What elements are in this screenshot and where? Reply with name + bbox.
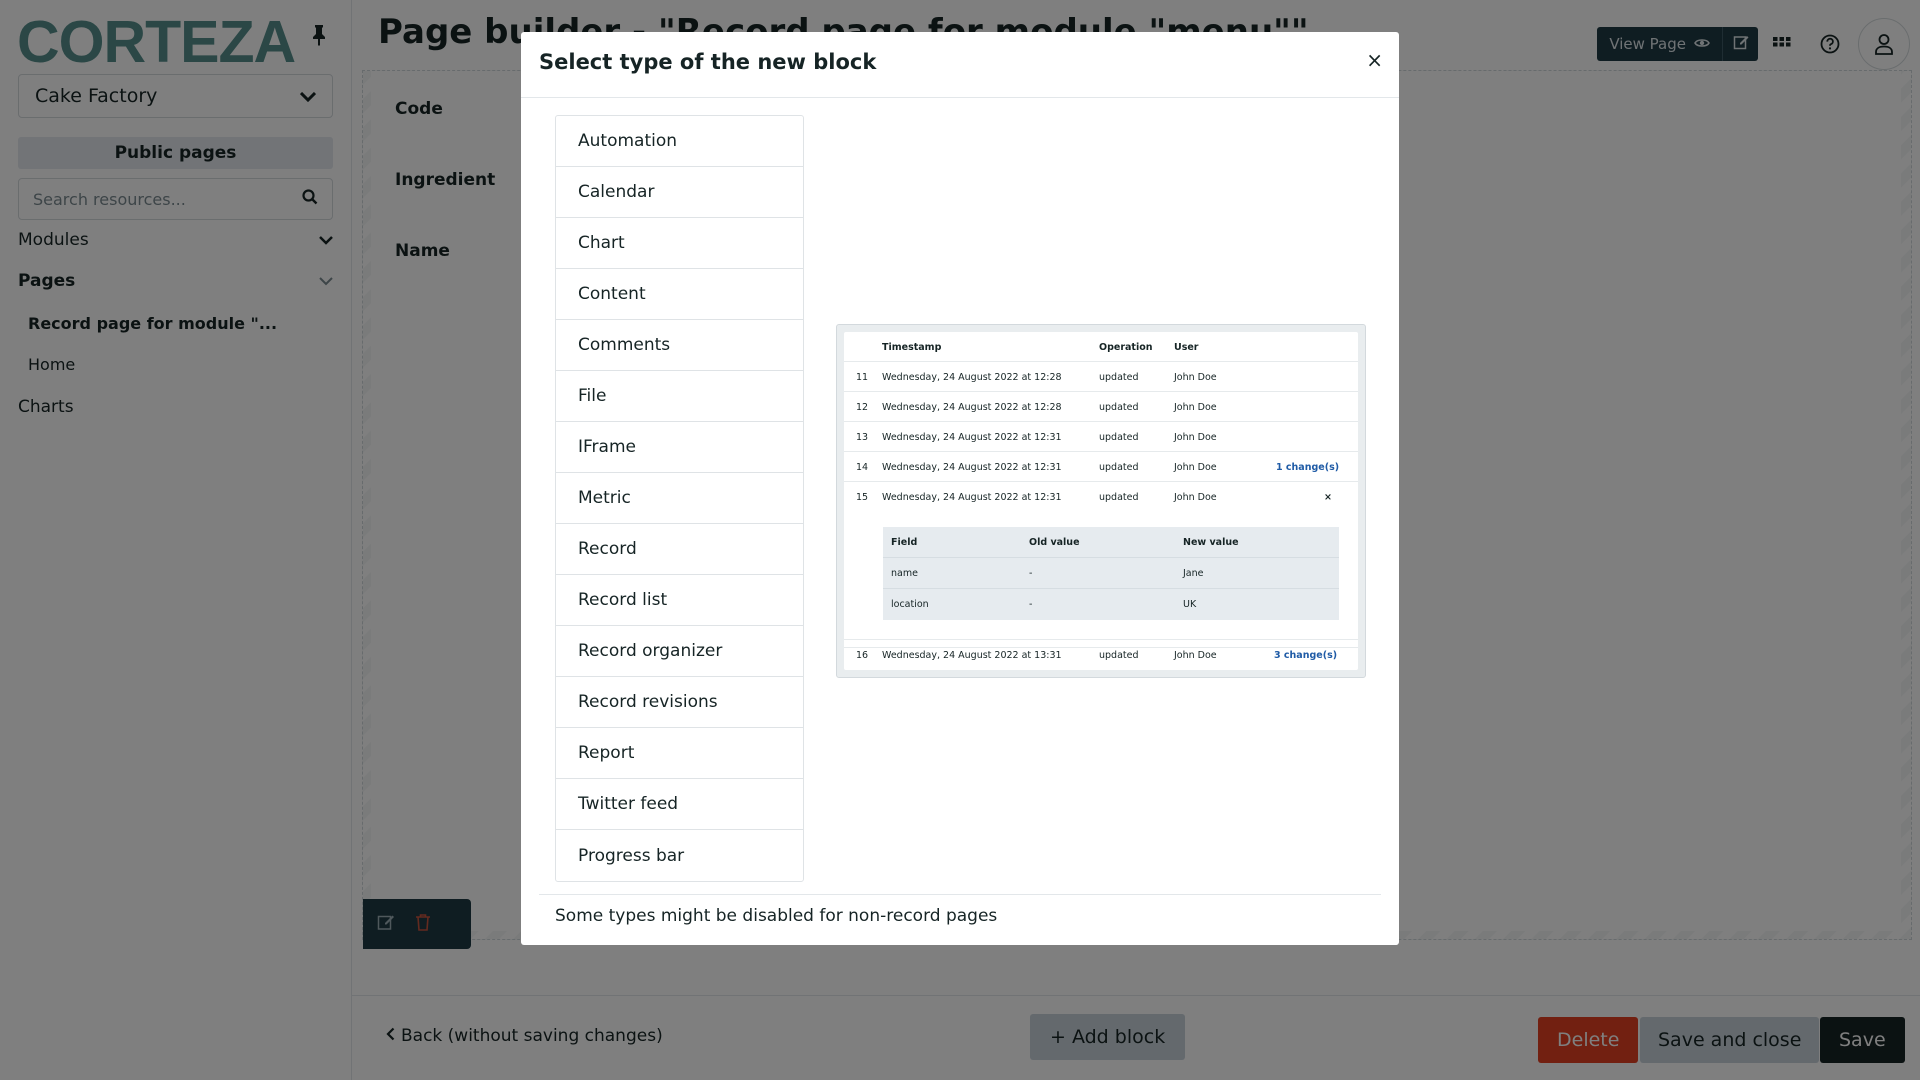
preview-row: 13 Wednesday, 24 August 2022 at 12:31 up… — [844, 422, 1358, 452]
preview-changes-link: 1 change(s) — [1276, 462, 1340, 473]
preview-row-operation: updated — [1099, 402, 1139, 413]
preview-row-timestamp: Wednesday, 24 August 2022 at 12:28 — [882, 402, 1062, 413]
preview-change-field: location — [891, 599, 929, 610]
preview-row-timestamp: Wednesday, 24 August 2022 at 12:31 — [882, 432, 1062, 443]
preview-row-timestamp: Wednesday, 24 August 2022 at 13:31 — [882, 650, 1062, 661]
preview-changes-header-old: Old value — [1029, 537, 1080, 548]
preview-row-user: John Doe — [1174, 650, 1217, 661]
preview-row-number: 14 — [856, 462, 869, 473]
block-type-chart[interactable]: Chart — [556, 218, 803, 269]
preview-changes-table: Field Old value New value name - Jane lo… — [883, 527, 1339, 620]
block-type-record-revisions[interactable]: Record revisions — [556, 677, 803, 728]
preview-row-user: John Doe — [1174, 402, 1217, 413]
preview-row-timestamp: Wednesday, 24 August 2022 at 12:31 — [882, 492, 1062, 503]
block-type-record[interactable]: Record — [556, 524, 803, 575]
preview-row-operation: updated — [1099, 372, 1139, 383]
block-type-content[interactable]: Content — [556, 269, 803, 320]
preview-row-timestamp: Wednesday, 24 August 2022 at 12:28 — [882, 372, 1062, 383]
preview-row-number: 16 — [856, 650, 869, 661]
block-type-file[interactable]: File — [556, 371, 803, 422]
block-type-report[interactable]: Report — [556, 728, 803, 779]
preview-row-number: 15 — [856, 492, 869, 503]
preview-changes-link: 3 change(s) — [1274, 650, 1338, 661]
block-type-metric[interactable]: Metric — [556, 473, 803, 524]
modal-note: Some types might be disabled for non-rec… — [555, 906, 998, 926]
preview-row-number: 12 — [856, 402, 869, 413]
preview-row: 16 Wednesday, 24 August 2022 at 13:31 up… — [844, 639, 1358, 669]
preview-changes-header-new: New value — [1183, 537, 1239, 548]
preview-change-old: - — [1029, 568, 1033, 579]
preview-change-field: name — [891, 568, 918, 579]
preview-row-user: John Doe — [1174, 462, 1217, 473]
preview-change-old: - — [1029, 599, 1033, 610]
preview-row: 12 Wednesday, 24 August 2022 at 12:28 up… — [844, 392, 1358, 422]
preview-row-number: 11 — [856, 372, 869, 383]
preview-row-user: John Doe — [1174, 492, 1217, 503]
modal-footer-divider — [539, 894, 1381, 895]
preview-row-user: John Doe — [1174, 432, 1217, 443]
block-type-record-list[interactable]: Record list — [556, 575, 803, 626]
block-type-twitter-feed[interactable]: Twitter feed — [556, 779, 803, 830]
modal-title: Select type of the new block — [539, 50, 877, 74]
preview-change-new: UK — [1183, 599, 1197, 610]
block-type-list: Automation Calendar Chart Content Commen… — [555, 115, 804, 882]
preview-row-operation: updated — [1099, 492, 1139, 503]
preview-header-row: Timestamp Operation User — [844, 332, 1358, 362]
preview-row: 11 Wednesday, 24 August 2022 at 12:28 up… — [844, 362, 1358, 392]
close-icon[interactable]: × — [1366, 48, 1383, 72]
modal-header: Select type of the new block × — [521, 32, 1399, 98]
block-type-comments[interactable]: Comments — [556, 320, 803, 371]
block-type-automation[interactable]: Automation — [556, 116, 803, 167]
close-icon: × — [1324, 492, 1332, 503]
preview-row-operation: updated — [1099, 462, 1139, 473]
block-type-calendar[interactable]: Calendar — [556, 167, 803, 218]
preview-header-timestamp: Timestamp — [882, 342, 942, 353]
preview-row-number: 13 — [856, 432, 869, 443]
preview-changes-row: name - Jane — [883, 558, 1339, 589]
preview-changes-header-field: Field — [891, 537, 918, 548]
preview-revisions-table: Timestamp Operation User 11 Wednesday, 2… — [844, 332, 1358, 670]
block-type-preview: Timestamp Operation User 11 Wednesday, 2… — [836, 324, 1366, 678]
block-type-progress-bar[interactable]: Progress bar — [556, 830, 803, 881]
block-type-iframe[interactable]: IFrame — [556, 422, 803, 473]
preview-row-operation: updated — [1099, 650, 1139, 661]
preview-row-operation: updated — [1099, 432, 1139, 443]
preview-change-new: Jane — [1183, 568, 1204, 579]
preview-row-user: John Doe — [1174, 372, 1217, 383]
block-type-record-organizer[interactable]: Record organizer — [556, 626, 803, 677]
preview-changes-row: location - UK — [883, 589, 1339, 620]
preview-header-operation: Operation — [1099, 342, 1153, 353]
preview-header-user: User — [1174, 342, 1199, 353]
new-block-modal: Select type of the new block × Automatio… — [521, 32, 1399, 945]
preview-changes-header: Field Old value New value — [883, 527, 1339, 558]
preview-row: 14 Wednesday, 24 August 2022 at 12:31 up… — [844, 452, 1358, 482]
preview-row-timestamp: Wednesday, 24 August 2022 at 12:31 — [882, 462, 1062, 473]
